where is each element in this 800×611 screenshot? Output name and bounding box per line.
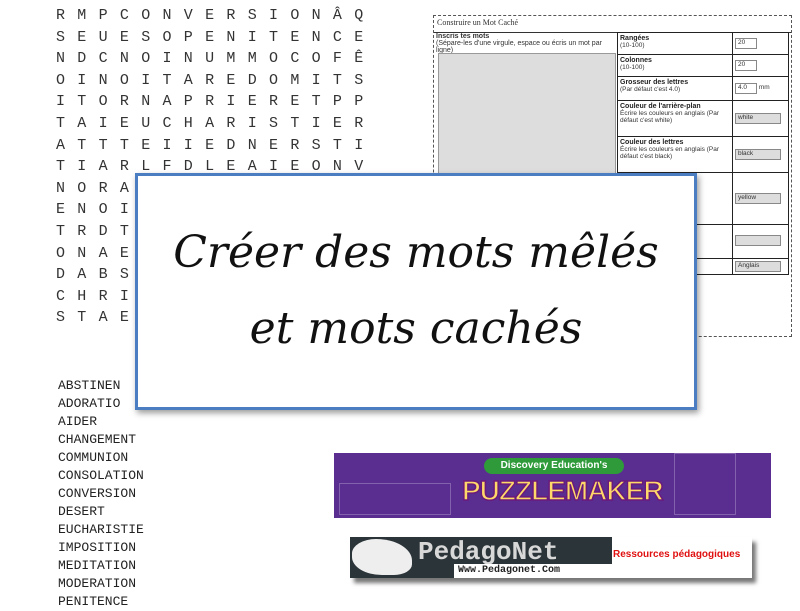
language-select[interactable]: Anglais — [735, 261, 781, 272]
pedagonet-tagline: Ressources pédagogiques — [613, 549, 741, 560]
option-hint: (10-100) — [620, 42, 645, 49]
grid-row: NDCNOINUMMOCOFÊ — [56, 50, 376, 68]
option-row: Couleur des lettres Écrire les couleurs e… — [617, 136, 789, 173]
option-label: Colonnes — [620, 57, 652, 64]
word: ABSTINEN — [58, 378, 121, 393]
option-input[interactable]: yellow — [735, 193, 781, 204]
grid-row: ITORNAPRIERETPP — [56, 93, 376, 111]
pedagonet-banner[interactable]: PedagoNet Www.Pedagonet.Com Ressources p… — [350, 537, 752, 578]
title-card: Créer des mots mêlés et mots cachés — [135, 173, 697, 410]
option-input[interactable]: white — [735, 113, 781, 124]
word: ADORATIO — [58, 396, 121, 411]
option-label: Grosseur des lettres — [620, 79, 689, 86]
pedagonet-url: Www.Pedagonet.Com — [454, 564, 618, 578]
word: CHANGEMENT — [58, 432, 137, 447]
option-input[interactable] — [735, 235, 781, 246]
unit-label: mm — [758, 84, 770, 91]
puzzlemaker-tagline: Discovery Education's — [484, 458, 624, 474]
word: COMMUNION — [58, 450, 129, 465]
option-row: Grosseur des lettres (Par défaut c'est 4.… — [617, 76, 789, 101]
option-input[interactable]: 20 — [735, 60, 757, 71]
option-input[interactable]: black — [735, 149, 781, 160]
option-label: Couleur des lettres — [620, 139, 684, 146]
title-line-1: Créer des mots mêlés — [173, 227, 659, 278]
word-list: ABSTINEN ADORATIO AIDER CHANGEMENT COMMU… — [58, 377, 144, 611]
grid-row: SEUESOPENITENCE — [56, 28, 376, 46]
pedagonet-logo: PedagoNet — [418, 537, 559, 567]
puzzlemaker-banner[interactable]: Discovery Education's PUZZLEMAKER — [334, 453, 771, 518]
grid-row: OINOITAREDOMITS — [56, 71, 376, 89]
grid-decoration — [339, 483, 451, 515]
word: CONSOLATION — [58, 468, 144, 483]
word: CONVERSION — [58, 486, 137, 501]
option-input[interactable]: 4.0 — [735, 83, 757, 94]
form-title: Construire un Mot Caché — [434, 16, 791, 33]
puzzlemaker-logo: PUZZLEMAKER — [461, 474, 664, 507]
words-hint: (Sépare-les d'une virgule, espace ou écr… — [436, 40, 602, 54]
grid-row: RMPCONVERSIONÂQ — [56, 7, 376, 24]
option-hint: Écrire les couleurs en anglais (Par défa… — [620, 110, 719, 124]
option-label: Rangées — [620, 35, 650, 42]
word: DESERT — [58, 504, 105, 519]
word: MEDITATION — [58, 558, 137, 573]
word: IMPOSITION — [58, 540, 137, 555]
option-label: Couleur de l'arrière-plan — [620, 103, 701, 110]
word: PENITENCE — [58, 594, 129, 609]
word: AIDER — [58, 414, 98, 429]
grid-decoration — [674, 453, 736, 515]
option-row: Colonnes (10-100) 20 — [617, 54, 789, 77]
grid-row: TAIEUCHARISTIER — [56, 114, 376, 132]
option-row: Rangées (10-100) 20 — [617, 32, 789, 55]
option-hint: (10-100) — [620, 64, 645, 71]
option-input[interactable]: 20 — [735, 38, 757, 49]
title-line-2: et mots cachés — [249, 303, 583, 354]
option-row: Couleur de l'arrière-plan Écrire les coul… — [617, 100, 789, 137]
words-label: Inscris tes mots — [436, 33, 490, 40]
word: EUCHARISTIE — [58, 522, 144, 537]
option-hint: (Par défaut c'est 4.0) — [620, 86, 681, 93]
option-hint: Écrire les couleurs en anglais (Par défa… — [620, 146, 719, 160]
grid-row: ATTTEIIEDNERSTI — [56, 136, 376, 154]
word: MODERATION — [58, 576, 137, 591]
